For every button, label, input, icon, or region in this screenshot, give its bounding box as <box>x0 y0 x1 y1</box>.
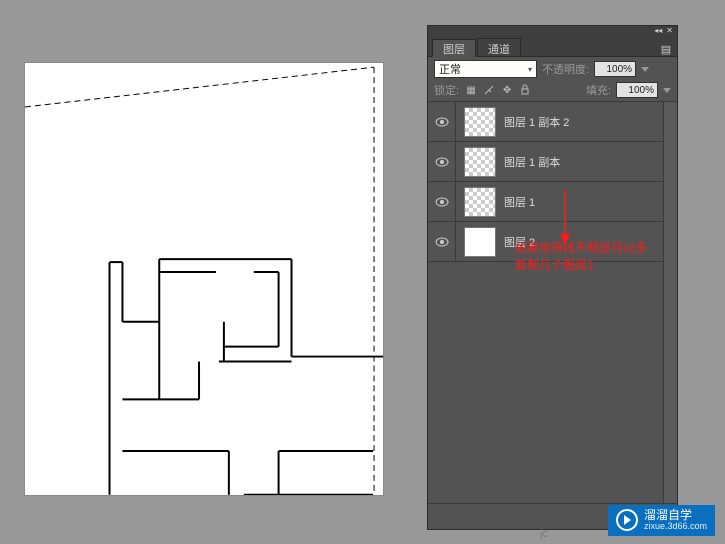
fill-stepper-icon[interactable] <box>663 88 671 93</box>
layer-name[interactable]: 图层 1 <box>504 194 535 210</box>
layers-panel: ◂◂ ✕ 图层 通道 ▤ 正常 ▾ 不透明度: 100% 锁定: ▦ ✥ <box>427 25 678 530</box>
layers-list: 图层 1 副本 2 图层 1 副本 图层 1 图层 2 <box>428 102 677 503</box>
opacity-input[interactable]: 100% <box>594 61 636 77</box>
blend-mode-value: 正常 <box>439 61 461 77</box>
lock-position-icon[interactable]: ✥ <box>500 83 514 97</box>
tab-channels[interactable]: 通道 <box>477 38 521 56</box>
panel-titlebar: ◂◂ ✕ <box>428 26 677 36</box>
eye-icon <box>435 157 449 167</box>
visibility-toggle[interactable] <box>428 182 456 221</box>
visibility-toggle[interactable] <box>428 222 456 261</box>
chevron-down-icon: ▾ <box>528 65 532 74</box>
layer-row[interactable]: 图层 1 <box>428 182 663 222</box>
document-canvas[interactable] <box>24 62 384 496</box>
fill-input[interactable]: 100% <box>616 82 658 98</box>
layer-row[interactable]: 图层 2 <box>428 222 663 262</box>
lock-all-icon[interactable] <box>518 83 532 97</box>
panel-tabs: 图层 通道 ▤ <box>428 36 677 57</box>
layer-thumbnail[interactable] <box>464 227 496 257</box>
watermark-sub: zixue.3d66.com <box>644 522 707 532</box>
opacity-label: 不透明度: <box>542 61 589 77</box>
layer-name[interactable]: 图层 2 <box>504 234 535 250</box>
layer-controls: 正常 ▾ 不透明度: 100% 锁定: ▦ ✥ 填充: 100% <box>428 57 677 102</box>
panel-menu-icon[interactable]: ▤ <box>659 43 677 56</box>
scrollbar[interactable] <box>663 102 677 503</box>
eye-icon <box>435 117 449 127</box>
opacity-stepper-icon[interactable] <box>641 67 649 72</box>
layer-name[interactable]: 图层 1 副本 <box>504 154 560 170</box>
floorplan-drawing <box>25 63 383 495</box>
blend-mode-select[interactable]: 正常 ▾ <box>434 60 537 78</box>
tab-layers[interactable]: 图层 <box>432 39 476 57</box>
visibility-toggle[interactable] <box>428 142 456 181</box>
layer-thumbnail[interactable] <box>464 147 496 177</box>
lock-transparent-icon[interactable]: ▦ <box>464 83 478 97</box>
visibility-toggle[interactable] <box>428 102 456 141</box>
close-icon[interactable]: ✕ <box>666 27 673 35</box>
footer-caption: jc <box>540 528 548 540</box>
eye-icon <box>435 237 449 247</box>
layer-name[interactable]: 图层 1 副本 2 <box>504 114 569 130</box>
lock-label: 锁定: <box>434 82 459 98</box>
fill-label: 填充: <box>586 82 611 98</box>
layer-thumbnail[interactable] <box>464 187 496 217</box>
lock-pixels-icon[interactable] <box>482 83 496 97</box>
eye-icon <box>435 197 449 207</box>
lock-buttons: ▦ ✥ <box>464 83 532 97</box>
layer-row[interactable]: 图层 1 副本 2 <box>428 102 663 142</box>
watermark-badge: 溜溜自学 zixue.3d66.com <box>608 505 715 536</box>
collapse-icon[interactable]: ◂◂ <box>654 27 662 35</box>
layer-row[interactable]: 图层 1 副本 <box>428 142 663 182</box>
play-icon <box>616 509 638 531</box>
layer-thumbnail[interactable] <box>464 107 496 137</box>
